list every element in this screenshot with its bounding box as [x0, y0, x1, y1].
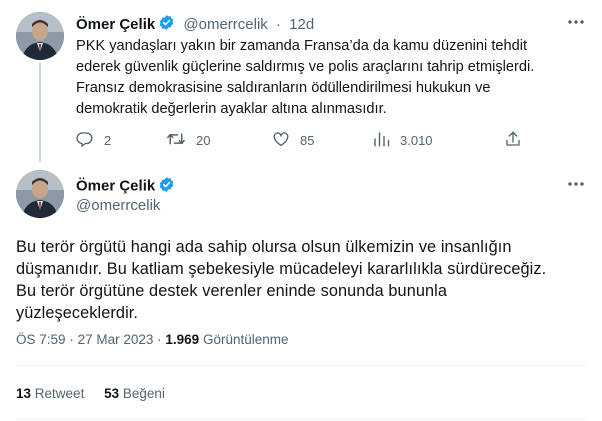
- author-name[interactable]: Ömer Çelik: [76, 177, 155, 194]
- divider: [16, 419, 586, 420]
- retweet-label: Retweet: [34, 386, 85, 401]
- tweet-time[interactable]: ÖS 7:59: [16, 332, 66, 347]
- views-label: Görüntülenme: [202, 332, 289, 347]
- tweet-author: Ömer Çelik: [76, 176, 175, 198]
- tweet-stats: 13 Retweet 53 Beğeni: [16, 386, 165, 401]
- reply-icon: [76, 130, 104, 151]
- like-count: 53: [104, 386, 120, 401]
- tweet-time[interactable]: 12d: [289, 16, 314, 33]
- views-icon: [372, 130, 400, 151]
- tweet-date[interactable]: 27 Mar 2023: [78, 332, 154, 347]
- author-name[interactable]: Ömer Çelik: [76, 16, 155, 33]
- views-count: 1.969: [165, 332, 200, 347]
- retweet-count: 20: [196, 133, 211, 148]
- more-icon[interactable]: [566, 12, 586, 37]
- like-icon: [272, 130, 300, 151]
- tweet-actions: 2 20 85 3.010: [76, 130, 536, 150]
- views-button[interactable]: 3.010: [372, 130, 433, 151]
- verified-badge-icon: [158, 14, 175, 35]
- reply-count: 2: [104, 133, 112, 148]
- share-button[interactable]: [504, 130, 532, 151]
- tweet-meta: ÖS 7:59 · 27 Mar 2023 · 1.969 Görüntülen…: [16, 332, 289, 347]
- tweet-text: Bu terör örgütü hangi ada sahip olursa o…: [16, 238, 547, 322]
- views-count: 3.010: [400, 133, 433, 148]
- author-handle[interactable]: @omerrcelik: [76, 197, 160, 214]
- reply-button[interactable]: 2: [76, 130, 111, 151]
- avatar-photo: [16, 170, 64, 218]
- separator-dot: ·: [69, 332, 74, 347]
- separator-dot: ·: [157, 332, 162, 347]
- separator-dot: ·: [275, 16, 281, 33]
- avatar[interactable]: [16, 170, 64, 218]
- thread-connector-line: [39, 62, 41, 162]
- share-icon: [504, 130, 532, 151]
- author-handle[interactable]: @omerrcelik: [183, 16, 267, 33]
- avatar[interactable]: [16, 12, 64, 60]
- divider: [16, 365, 586, 366]
- like-stat[interactable]: 53 Beğeni: [104, 386, 165, 401]
- tweet-text: PKK yandaşları yakın bir zamanda Fransa’…: [76, 38, 535, 117]
- retweet-stat[interactable]: 13 Retweet: [16, 386, 84, 401]
- retweet-button[interactable]: 20: [166, 130, 210, 151]
- tweet-header: Ömer Çelik @omerrcelik · 12d: [76, 14, 314, 35]
- verified-badge-icon: [158, 176, 175, 198]
- like-label: Beğeni: [122, 386, 165, 401]
- like-count: 85: [300, 133, 315, 148]
- retweet-count: 13: [16, 386, 32, 401]
- more-icon[interactable]: [566, 174, 586, 199]
- like-button[interactable]: 85: [272, 130, 314, 151]
- avatar-photo: [16, 12, 64, 60]
- retweet-icon: [166, 130, 196, 151]
